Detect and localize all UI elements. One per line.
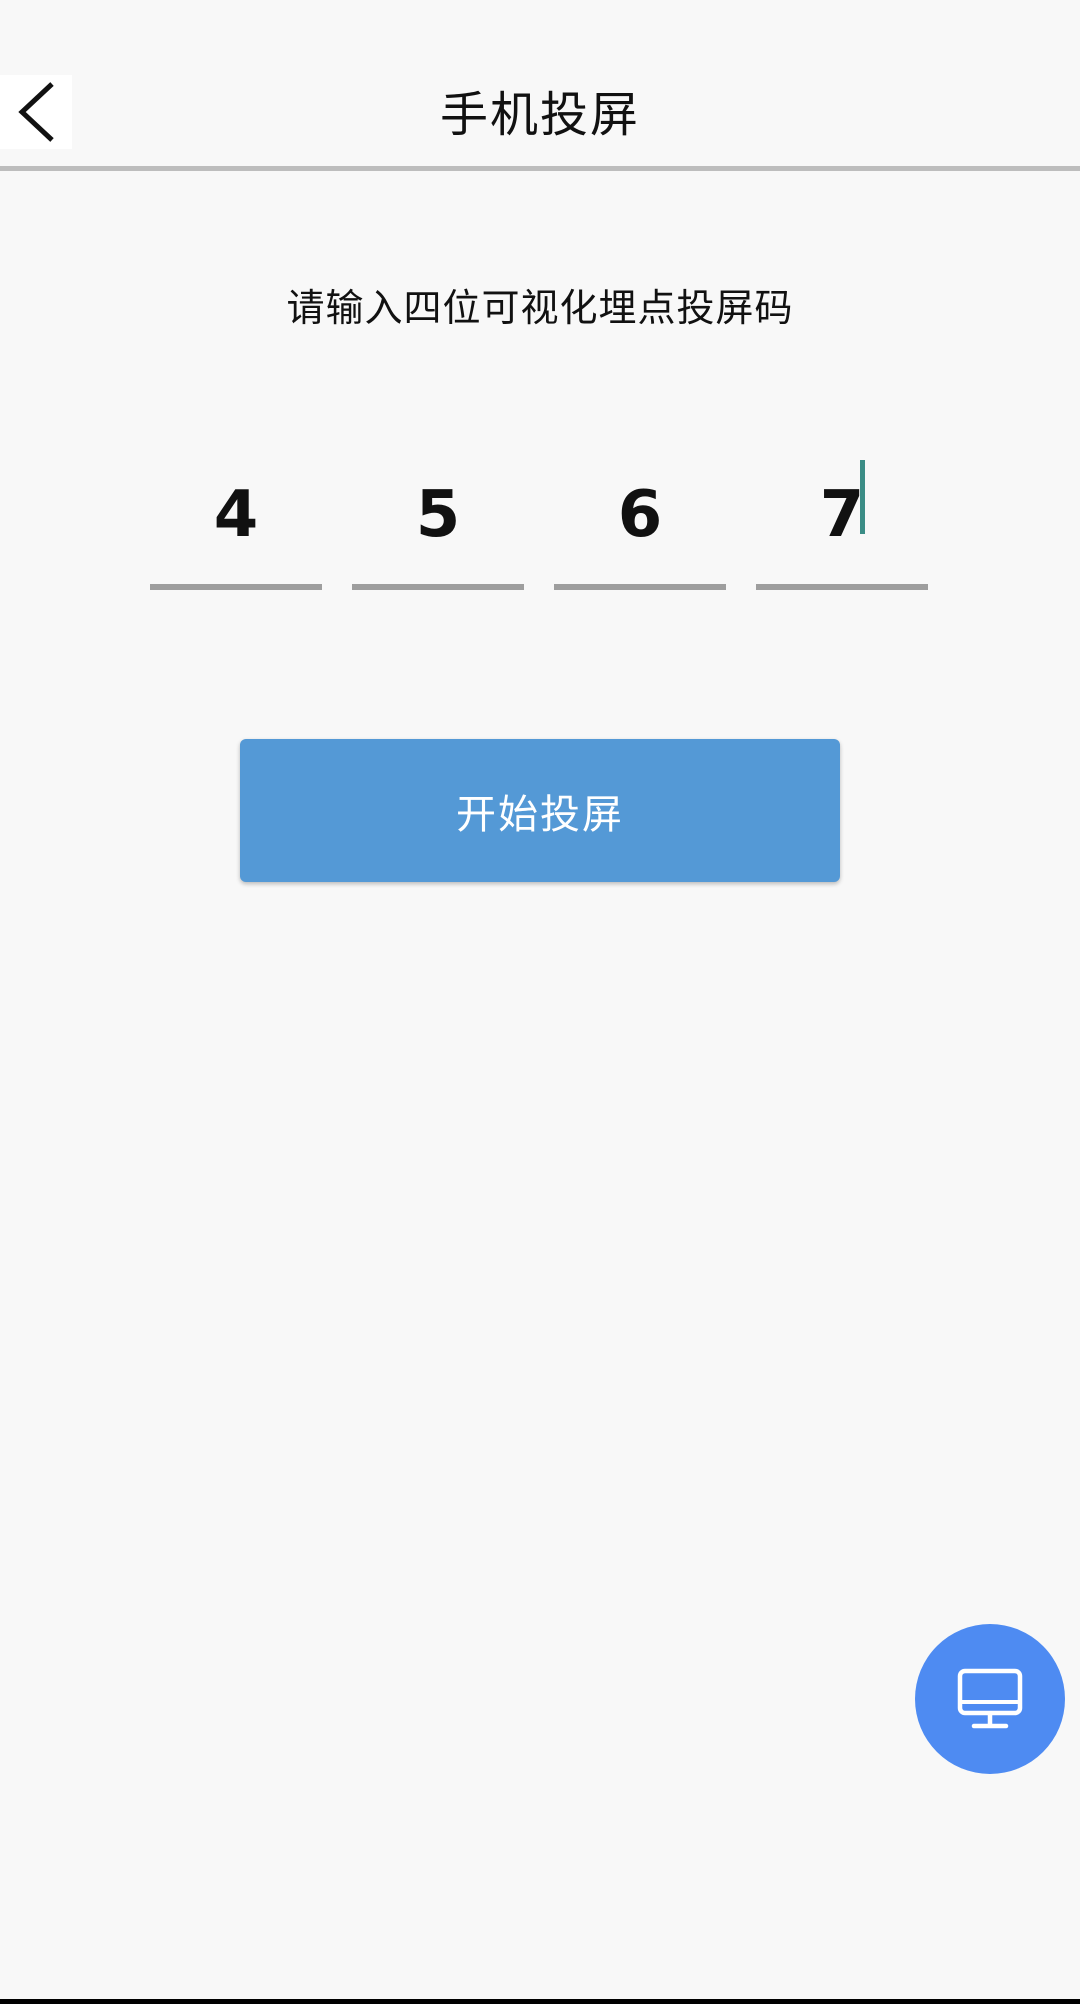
- code-digit-box-1[interactable]: 4: [150, 460, 322, 590]
- code-digit-box-2[interactable]: 5: [352, 460, 524, 590]
- code-underline-2: [352, 584, 524, 590]
- code-digit-4: 7: [819, 478, 865, 552]
- header-divider: [0, 166, 1080, 171]
- code-underline-1: [150, 584, 322, 590]
- code-digit-box-3[interactable]: 6: [554, 460, 726, 590]
- screen-cast-fab[interactable]: [915, 1624, 1065, 1774]
- instruction-text: 请输入四位可视化埋点投屏码: [286, 286, 794, 330]
- code-digit-2: 5: [415, 478, 461, 552]
- page-title: 手机投屏: [439, 87, 640, 143]
- code-digit-3: 6: [617, 478, 663, 552]
- app-header: 手机投屏: [0, 0, 1080, 166]
- screen-cast-page: 手机投屏 请输入四位可视化埋点投屏码 4 5 6 7 开始投屏: [0, 0, 1080, 2004]
- text-cursor: [860, 460, 865, 534]
- monitor-icon: [957, 1668, 1023, 1729]
- code-underline-3: [554, 584, 726, 590]
- code-digit-1: 4: [213, 478, 259, 552]
- bottom-edge: [0, 1999, 1080, 2004]
- code-digit-box-4[interactable]: 7: [756, 460, 928, 590]
- code-underline-4: [756, 584, 928, 590]
- start-cast-button[interactable]: 开始投屏: [240, 739, 840, 882]
- code-input-row: 4 5 6 7: [0, 460, 1080, 590]
